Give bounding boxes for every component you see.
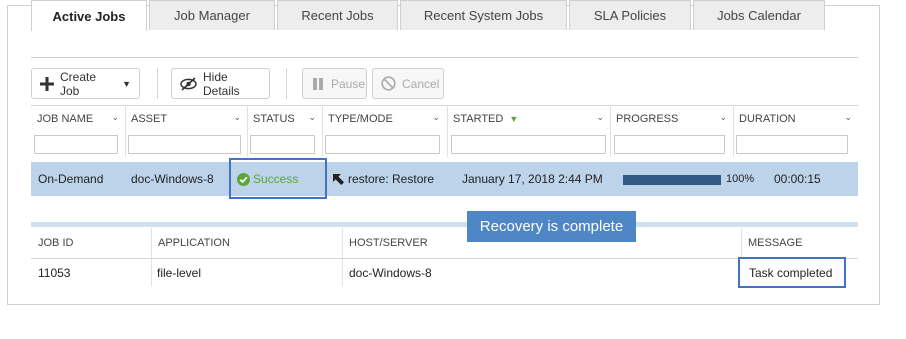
type-mode-text: restore: Restore: [348, 172, 435, 186]
details-job-id: 11053: [38, 266, 71, 280]
hide-details-button[interactable]: Hide Details: [171, 68, 270, 99]
cell-type-mode: restore: Restore: [332, 162, 434, 196]
tab-label: Active Jobs: [52, 8, 126, 24]
column-header-label: STATUS: [253, 112, 295, 125]
column-header-type-mode[interactable]: TYPE/MODE ⌄: [322, 105, 446, 132]
cancel-button[interactable]: Cancel: [372, 68, 444, 99]
tab-label: Job Manager: [174, 8, 250, 23]
cell-started: January 17, 2018 2:44 PM: [462, 172, 603, 186]
tab-label: Jobs Calendar: [717, 8, 801, 23]
details-divider: [31, 222, 858, 227]
column-header-duration[interactable]: DURATION ⌄: [733, 105, 858, 132]
create-job-button[interactable]: Create Job ▼: [31, 68, 140, 99]
tab-recent-system-jobs[interactable]: Recent System Jobs: [400, 0, 567, 30]
column-header-label: PROGRESS: [616, 112, 679, 125]
column-divider: [125, 105, 126, 157]
chevron-down-icon[interactable]: ⌄: [111, 112, 119, 123]
status-highlight-box: [229, 158, 327, 199]
chevron-down-icon[interactable]: ⌄: [719, 112, 727, 123]
column-header-label: JOB NAME: [37, 112, 94, 125]
column-header-job-name[interactable]: JOB NAME ⌄: [31, 105, 125, 132]
pause-icon: [311, 77, 325, 91]
plus-icon: [40, 76, 54, 91]
tab-label: SLA Policies: [593, 8, 667, 23]
cancel-icon: [381, 76, 396, 91]
column-header-label: ASSET: [131, 112, 168, 125]
pause-button[interactable]: Pause: [302, 68, 367, 99]
toolbar-separator: [286, 68, 287, 99]
details-column-job-id: JOB ID: [38, 237, 74, 249]
sort-arrow-icon: ▼: [509, 113, 519, 124]
cell-duration: 00:00:15: [774, 172, 821, 186]
filter-asset-input[interactable]: [128, 135, 241, 154]
chevron-down-icon[interactable]: ⌄: [233, 112, 241, 123]
tab-label: Recent Jobs: [301, 8, 374, 23]
column-divider: [447, 105, 448, 157]
column-header-progress[interactable]: PROGRESS ⌄: [610, 105, 733, 132]
column-header-label: STARTED: [453, 112, 504, 125]
recovery-callout: Recovery is complete: [467, 211, 636, 242]
filter-job-name-input[interactable]: [34, 135, 118, 154]
column-header-label: DURATION: [739, 112, 796, 125]
tab-label: Recent System Jobs: [423, 8, 544, 23]
column-divider: [610, 105, 611, 157]
create-job-label: Create Job: [60, 69, 97, 98]
tab-job-manager[interactable]: Job Manager: [149, 0, 275, 30]
progress-bar: [623, 175, 721, 185]
arrow-up-left-icon: [332, 173, 345, 186]
column-divider: [733, 105, 734, 157]
details-host-server: doc-Windows-8: [349, 266, 432, 280]
cell-progress-percent: 100%: [726, 173, 755, 185]
chevron-down-icon[interactable]: ⌄: [432, 112, 440, 123]
details-application: file-level: [157, 266, 202, 280]
toolbar-separator: [157, 68, 158, 99]
cancel-label: Cancel: [402, 76, 440, 91]
tab-active-jobs[interactable]: Active Jobs: [31, 0, 147, 31]
cell-job-name: On-Demand: [38, 172, 104, 186]
tab-underline: [31, 57, 858, 58]
filter-status-input[interactable]: [250, 135, 315, 154]
progress-bar-fill: [623, 175, 721, 185]
column-divider: [151, 228, 152, 286]
chevron-down-icon[interactable]: ⌄: [596, 112, 604, 123]
column-header-label: TYPE/MODE: [328, 112, 393, 125]
cell-asset: doc-Windows-8: [131, 172, 214, 186]
tab-sla-policies[interactable]: SLA Policies: [569, 0, 691, 30]
filter-duration-input[interactable]: [736, 135, 848, 154]
column-divider: [247, 105, 248, 157]
tab-jobs-calendar[interactable]: Jobs Calendar: [693, 0, 825, 30]
chevron-down-icon[interactable]: ⌄: [844, 112, 852, 123]
column-divider: [322, 105, 323, 157]
column-header-started[interactable]: STARTED ▼ ⌄: [447, 105, 610, 132]
hide-details-label: Hide Details: [203, 69, 240, 98]
caret-down-icon: ▼: [122, 78, 131, 89]
eye-slash-icon: [180, 76, 197, 91]
column-divider: [741, 228, 742, 258]
column-header-status[interactable]: STATUS ⌄: [247, 105, 322, 132]
message-highlight-box: [738, 257, 846, 288]
column-header-asset[interactable]: ASSET ⌄: [125, 105, 247, 132]
filter-progress-input[interactable]: [614, 135, 725, 154]
details-column-host-server: HOST/SERVER: [349, 237, 428, 249]
details-column-application: APPLICATION: [158, 237, 230, 249]
tab-recent-jobs[interactable]: Recent Jobs: [277, 0, 398, 30]
pause-label: Pause: [331, 76, 366, 91]
chevron-down-icon[interactable]: ⌄: [308, 112, 316, 123]
filter-type-mode-input[interactable]: [325, 135, 440, 154]
filter-started-input[interactable]: [451, 135, 606, 154]
details-header-line: [31, 258, 858, 259]
column-divider: [342, 228, 343, 286]
details-column-message: MESSAGE: [748, 237, 803, 249]
